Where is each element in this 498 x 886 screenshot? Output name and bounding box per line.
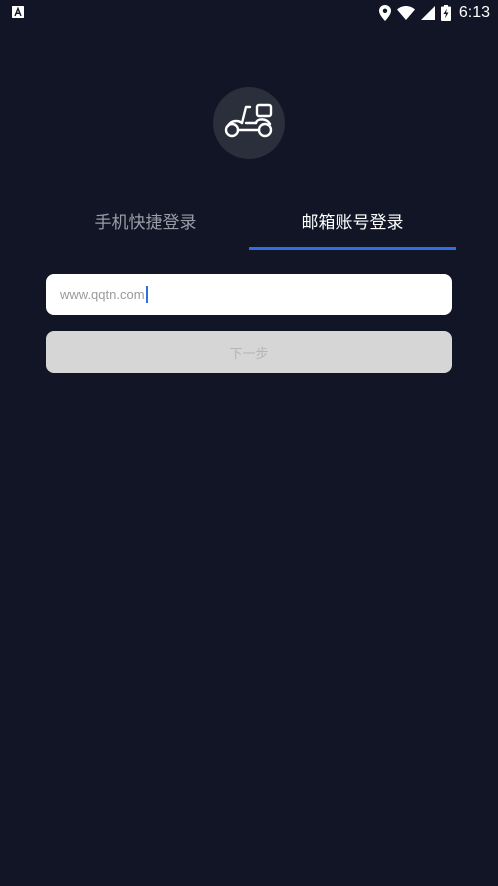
status-icons: 6:13 [378, 3, 490, 23]
signal-icon [420, 6, 435, 20]
status-time: 6:13 [458, 4, 490, 21]
tab-phone-login[interactable]: 手机快捷登录 [42, 208, 249, 250]
text-caret [145, 286, 148, 303]
app-logo [213, 87, 285, 159]
email-input[interactable]: www.qqtn.com [46, 274, 452, 315]
app-notification-icon [12, 6, 24, 18]
wifi-icon [396, 6, 415, 20]
next-button-label: 下一步 [229, 346, 269, 362]
status-bar: 6:13 [0, 0, 498, 26]
tab-phone-login-label: 手机快捷登录 [94, 213, 197, 233]
email-input-value: www.qqtn.com [60, 287, 145, 302]
location-icon [378, 5, 391, 21]
next-button[interactable]: 下一步 [46, 331, 452, 373]
tab-email-login[interactable]: 邮箱账号登录 [249, 208, 456, 250]
scooter-icon [223, 103, 275, 143]
active-tab-indicator [249, 247, 456, 250]
tab-email-login-label: 邮箱账号登录 [301, 213, 404, 233]
battery-charging-icon [440, 5, 451, 21]
